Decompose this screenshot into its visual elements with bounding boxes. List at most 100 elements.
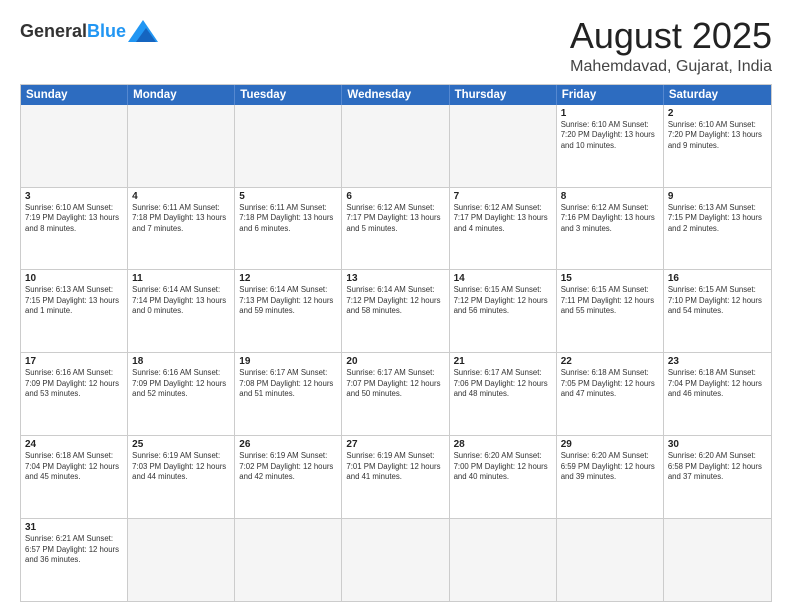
day-number: 5: [239, 191, 337, 202]
day-number: 1: [561, 108, 659, 119]
table-row: 26Sunrise: 6:19 AM Sunset: 7:02 PM Dayli…: [235, 436, 342, 518]
day-info: Sunrise: 6:20 AM Sunset: 6:58 PM Dayligh…: [668, 451, 767, 483]
day-number: 22: [561, 356, 659, 367]
logo: GeneralBlue: [20, 20, 158, 42]
day-info: Sunrise: 6:18 AM Sunset: 7:05 PM Dayligh…: [561, 368, 659, 400]
day-info: Sunrise: 6:17 AM Sunset: 7:08 PM Dayligh…: [239, 368, 337, 400]
table-row: [450, 105, 557, 187]
table-row: [128, 519, 235, 601]
table-row: 21Sunrise: 6:17 AM Sunset: 7:06 PM Dayli…: [450, 353, 557, 435]
day-number: 11: [132, 273, 230, 284]
table-row: 14Sunrise: 6:15 AM Sunset: 7:12 PM Dayli…: [450, 270, 557, 352]
table-row: 24Sunrise: 6:18 AM Sunset: 7:04 PM Dayli…: [21, 436, 128, 518]
calendar-row: 10Sunrise: 6:13 AM Sunset: 7:15 PM Dayli…: [21, 269, 771, 352]
day-info: Sunrise: 6:15 AM Sunset: 7:10 PM Dayligh…: [668, 285, 767, 317]
logo-blue-text: Blue: [87, 22, 126, 40]
table-row: [235, 519, 342, 601]
day-number: 12: [239, 273, 337, 284]
day-number: 13: [346, 273, 444, 284]
day-info: Sunrise: 6:15 AM Sunset: 7:12 PM Dayligh…: [454, 285, 552, 317]
calendar-row: 31Sunrise: 6:21 AM Sunset: 6:57 PM Dayli…: [21, 518, 771, 601]
day-info: Sunrise: 6:12 AM Sunset: 7:17 PM Dayligh…: [346, 203, 444, 235]
day-number: 2: [668, 108, 767, 119]
day-number: 4: [132, 191, 230, 202]
day-number: 24: [25, 439, 123, 450]
table-row: [342, 105, 449, 187]
table-row: 5Sunrise: 6:11 AM Sunset: 7:18 PM Daylig…: [235, 188, 342, 270]
table-row: 1Sunrise: 6:10 AM Sunset: 7:20 PM Daylig…: [557, 105, 664, 187]
table-row: 23Sunrise: 6:18 AM Sunset: 7:04 PM Dayli…: [664, 353, 771, 435]
header-friday: Friday: [557, 85, 664, 105]
table-row: 3Sunrise: 6:10 AM Sunset: 7:19 PM Daylig…: [21, 188, 128, 270]
day-info: Sunrise: 6:13 AM Sunset: 7:15 PM Dayligh…: [668, 203, 767, 235]
header-thursday: Thursday: [450, 85, 557, 105]
table-row: [128, 105, 235, 187]
table-row: 9Sunrise: 6:13 AM Sunset: 7:15 PM Daylig…: [664, 188, 771, 270]
day-info: Sunrise: 6:14 AM Sunset: 7:13 PM Dayligh…: [239, 285, 337, 317]
calendar-row: 3Sunrise: 6:10 AM Sunset: 7:19 PM Daylig…: [21, 187, 771, 270]
logo-icon: [128, 20, 158, 42]
table-row: 28Sunrise: 6:20 AM Sunset: 7:00 PM Dayli…: [450, 436, 557, 518]
day-info: Sunrise: 6:17 AM Sunset: 7:07 PM Dayligh…: [346, 368, 444, 400]
header-saturday: Saturday: [664, 85, 771, 105]
page: GeneralBlue August 2025 Mahemdavad, Guja…: [0, 0, 792, 612]
table-row: 11Sunrise: 6:14 AM Sunset: 7:14 PM Dayli…: [128, 270, 235, 352]
day-number: 17: [25, 356, 123, 367]
table-row: 8Sunrise: 6:12 AM Sunset: 7:16 PM Daylig…: [557, 188, 664, 270]
day-number: 27: [346, 439, 444, 450]
day-number: 8: [561, 191, 659, 202]
day-number: 23: [668, 356, 767, 367]
day-number: 9: [668, 191, 767, 202]
table-row: [342, 519, 449, 601]
day-number: 25: [132, 439, 230, 450]
day-info: Sunrise: 6:10 AM Sunset: 7:20 PM Dayligh…: [561, 120, 659, 152]
day-number: 16: [668, 273, 767, 284]
day-info: Sunrise: 6:18 AM Sunset: 7:04 PM Dayligh…: [668, 368, 767, 400]
day-info: Sunrise: 6:10 AM Sunset: 7:19 PM Dayligh…: [25, 203, 123, 235]
day-number: 29: [561, 439, 659, 450]
calendar-row: 1Sunrise: 6:10 AM Sunset: 7:20 PM Daylig…: [21, 105, 771, 187]
table-row: 6Sunrise: 6:12 AM Sunset: 7:17 PM Daylig…: [342, 188, 449, 270]
title-area: August 2025 Mahemdavad, Gujarat, India: [570, 16, 772, 76]
table-row: 17Sunrise: 6:16 AM Sunset: 7:09 PM Dayli…: [21, 353, 128, 435]
day-number: 7: [454, 191, 552, 202]
day-info: Sunrise: 6:20 AM Sunset: 6:59 PM Dayligh…: [561, 451, 659, 483]
day-info: Sunrise: 6:13 AM Sunset: 7:15 PM Dayligh…: [25, 285, 123, 317]
table-row: 16Sunrise: 6:15 AM Sunset: 7:10 PM Dayli…: [664, 270, 771, 352]
calendar-row: 24Sunrise: 6:18 AM Sunset: 7:04 PM Dayli…: [21, 435, 771, 518]
day-info: Sunrise: 6:21 AM Sunset: 6:57 PM Dayligh…: [25, 534, 123, 566]
table-row: [235, 105, 342, 187]
table-row: 12Sunrise: 6:14 AM Sunset: 7:13 PM Dayli…: [235, 270, 342, 352]
table-row: 18Sunrise: 6:16 AM Sunset: 7:09 PM Dayli…: [128, 353, 235, 435]
table-row: 30Sunrise: 6:20 AM Sunset: 6:58 PM Dayli…: [664, 436, 771, 518]
day-info: Sunrise: 6:16 AM Sunset: 7:09 PM Dayligh…: [25, 368, 123, 400]
month-title: August 2025: [570, 16, 772, 56]
day-number: 19: [239, 356, 337, 367]
table-row: 13Sunrise: 6:14 AM Sunset: 7:12 PM Dayli…: [342, 270, 449, 352]
table-row: 20Sunrise: 6:17 AM Sunset: 7:07 PM Dayli…: [342, 353, 449, 435]
location-title: Mahemdavad, Gujarat, India: [570, 58, 772, 76]
header: GeneralBlue August 2025 Mahemdavad, Guja…: [20, 16, 772, 76]
table-row: 22Sunrise: 6:18 AM Sunset: 7:05 PM Dayli…: [557, 353, 664, 435]
day-info: Sunrise: 6:14 AM Sunset: 7:14 PM Dayligh…: [132, 285, 230, 317]
table-row: 25Sunrise: 6:19 AM Sunset: 7:03 PM Dayli…: [128, 436, 235, 518]
day-number: 6: [346, 191, 444, 202]
day-info: Sunrise: 6:19 AM Sunset: 7:01 PM Dayligh…: [346, 451, 444, 483]
calendar-header: Sunday Monday Tuesday Wednesday Thursday…: [21, 85, 771, 105]
table-row: 31Sunrise: 6:21 AM Sunset: 6:57 PM Dayli…: [21, 519, 128, 601]
day-info: Sunrise: 6:20 AM Sunset: 7:00 PM Dayligh…: [454, 451, 552, 483]
day-number: 3: [25, 191, 123, 202]
table-row: [450, 519, 557, 601]
header-sunday: Sunday: [21, 85, 128, 105]
day-info: Sunrise: 6:16 AM Sunset: 7:09 PM Dayligh…: [132, 368, 230, 400]
day-number: 21: [454, 356, 552, 367]
table-row: 29Sunrise: 6:20 AM Sunset: 6:59 PM Dayli…: [557, 436, 664, 518]
day-info: Sunrise: 6:11 AM Sunset: 7:18 PM Dayligh…: [132, 203, 230, 235]
day-info: Sunrise: 6:10 AM Sunset: 7:20 PM Dayligh…: [668, 120, 767, 152]
table-row: [557, 519, 664, 601]
day-number: 18: [132, 356, 230, 367]
day-info: Sunrise: 6:19 AM Sunset: 7:02 PM Dayligh…: [239, 451, 337, 483]
header-tuesday: Tuesday: [235, 85, 342, 105]
logo-area: GeneralBlue: [20, 16, 158, 42]
header-wednesday: Wednesday: [342, 85, 449, 105]
